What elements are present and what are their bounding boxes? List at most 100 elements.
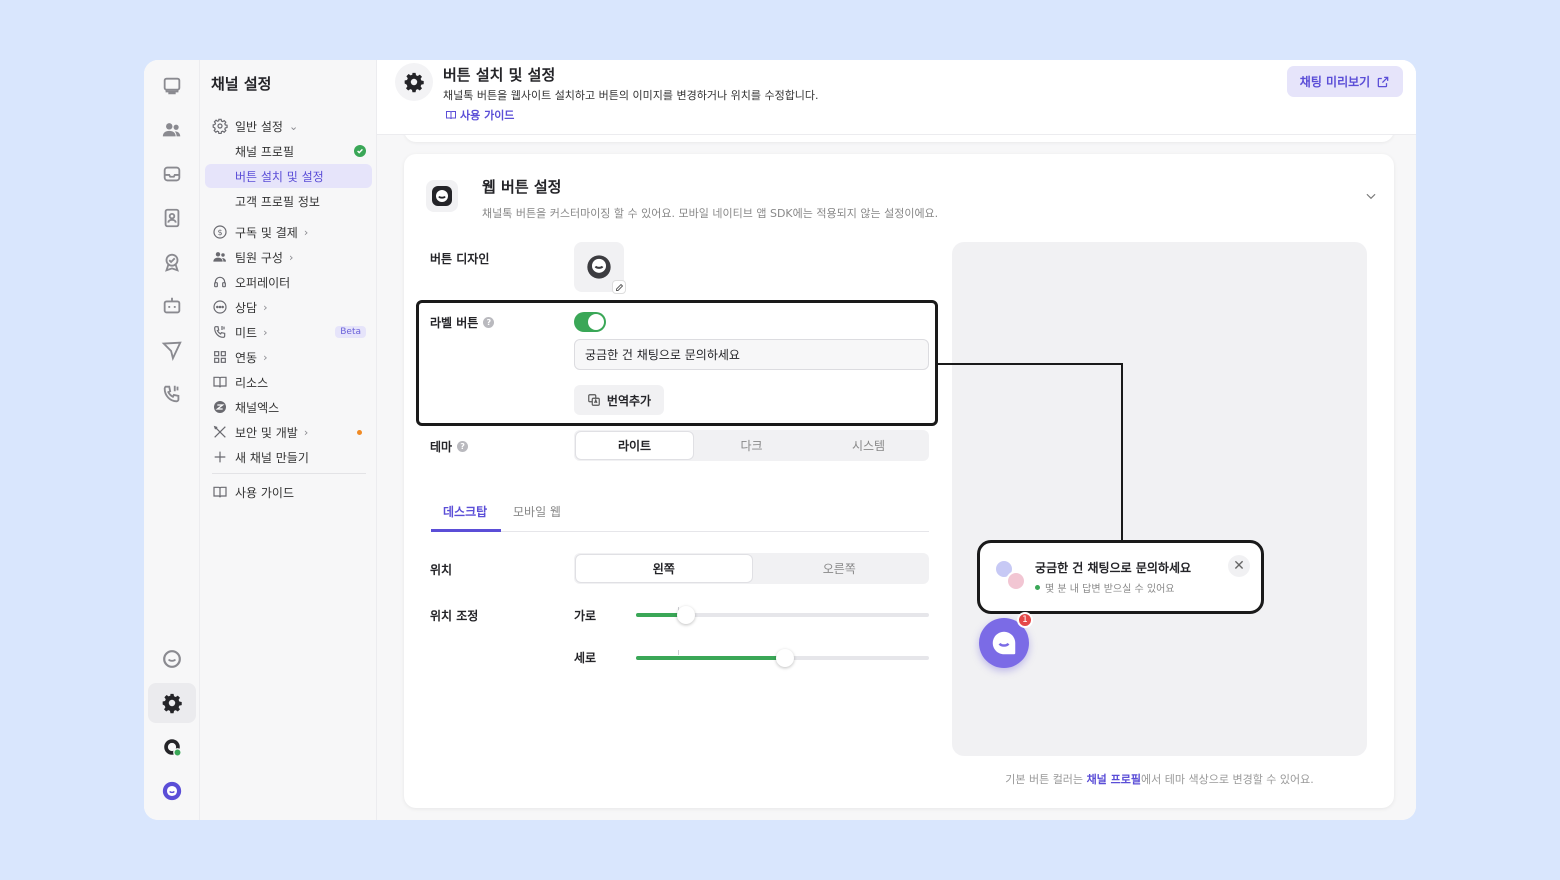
sidebar-item-integration[interactable]: 연동 › [205,345,372,369]
connector-line [1121,363,1123,543]
edit-icon[interactable] [612,280,626,294]
button-design-picker[interactable] [574,242,626,294]
sidebar-item-label: 보안 및 개발 [235,425,298,440]
book-icon [211,483,229,501]
sidebar-item-billing[interactable]: $ 구독 및 결제 › [205,220,372,244]
help-icon[interactable]: ? [457,441,469,452]
chevron-right-icon: › [288,250,294,264]
send-icon[interactable] [148,330,196,370]
horizontal-slider[interactable] [636,606,929,624]
external-link-icon [1377,76,1389,87]
button-preview-area [952,242,1367,756]
sidebar-item-label: 오퍼레이터 [235,275,291,290]
contact-icon[interactable] [148,198,196,238]
channel-talk-icon [992,631,1016,655]
label-bubble-highlight: 궁금한 건 채팅으로 문의하세요 몇 분 내 답변 받으실 수 있어요 ✕ [977,540,1264,614]
sidebar-item-button-settings[interactable]: 버튼 설치 및 설정 [205,164,372,188]
channel-talk-icon[interactable] [148,639,196,679]
chevron-down-icon[interactable] [1364,188,1378,207]
position-adjust-label: 위치 조정 [430,609,479,623]
chevron-right-icon: › [303,425,309,439]
tools-icon [211,423,229,441]
bubble-title: 궁금한 건 채팅으로 문의하세요 [1035,561,1192,575]
position-option-left[interactable]: 왼쪽 [576,555,752,582]
approval-icon[interactable] [148,242,196,282]
inbox-icon[interactable] [148,154,196,194]
status-icon[interactable] [148,727,196,767]
settings-icon[interactable] [148,683,196,723]
tab-desktop[interactable]: 데스크탑 [443,503,487,520]
grid-icon [211,348,229,366]
chat-preview-label: 채팅 미리보기 [1299,75,1371,89]
chevron-down-icon: ⌄ [288,119,299,133]
footnote-after: 에서 테마 색상으로 변경할 수 있어요. [1141,773,1314,786]
add-translation-label: 번역추가 [606,393,652,408]
sidebar-item-team[interactable]: 팀원 구성 › [205,245,372,269]
sidebar-item-operator[interactable]: 오퍼레이터 [205,270,372,294]
svg-text:$: $ [217,228,222,237]
sidebar-item-customer-profile[interactable]: 고객 프로필 정보 [205,189,372,213]
chat-launcher-button[interactable]: 1 [979,612,1033,668]
position-label: 위치 [430,563,453,577]
sidebar-item-channel-profile[interactable]: 채널 프로필 [205,139,372,163]
chat-icon [211,298,229,316]
sidebar-item-channelx[interactable]: 채널엑스 [205,395,372,419]
team-icon[interactable] [148,110,196,150]
channel-profile-link[interactable]: 채널 프로필 [1087,773,1141,786]
tab-mobile-web[interactable]: 모바일 웹 [513,503,561,520]
phone-icon[interactable] [148,374,196,414]
add-translation-button[interactable]: 번역추가 [574,385,664,415]
sidebar-item-label: 리소스 [235,375,269,390]
brand-logo-icon[interactable] [148,771,196,811]
guide-link[interactable]: 사용 가이드 [445,107,514,123]
chat-preview-button[interactable]: 채팅 미리보기 [1287,66,1403,97]
channel-talk-icon [426,180,458,212]
slider-tick [678,650,679,655]
slider-fill [636,656,786,660]
chat-button-icon [587,255,611,279]
theme-option-light[interactable]: 라이트 [576,432,693,459]
guide-link-label: 사용 가이드 [460,109,515,122]
slider-handle[interactable] [676,606,695,624]
slider-handle[interactable] [776,649,795,667]
sidebar-item-consult[interactable]: 상담 › [205,295,372,319]
button-design-label: 버튼 디자인 [430,252,490,266]
position-segmented-control: 왼쪽 오른쪽 [574,553,929,584]
sidebar-item-label: 버튼 설치 및 설정 [235,169,324,184]
vertical-slider[interactable] [636,649,929,667]
help-icon[interactable]: ? [483,317,495,328]
vertical-label: 세로 [574,651,597,665]
monitor-icon[interactable] [148,66,196,106]
sidebar-item-label: 채널 프로필 [235,144,295,159]
sidebar-item-label: 사용 가이드 [235,485,295,500]
chevron-right-icon: › [303,225,309,239]
chevron-right-icon: › [263,325,268,339]
label-button-text: 라벨 버튼 [430,316,479,330]
theme-label-text: 테마 [430,440,453,454]
sidebar-item-resources[interactable]: 리소스 [205,370,372,394]
phone-icon [211,323,229,341]
sidebar-item-label: 고객 프로필 정보 [235,194,320,209]
theme-option-dark[interactable]: 다크 [693,432,810,459]
bot-icon[interactable] [148,286,196,326]
sidebar-item-security[interactable]: 보안 및 개발 › [205,420,372,444]
page-header: 버튼 설치 및 설정 채널톡 버튼을 웹사이트 설치하고 버튼의 이미지를 변경… [377,60,1416,135]
close-icon[interactable]: ✕ [1228,555,1250,577]
manager-avatars [994,559,1030,595]
label-text-input[interactable]: 궁금한 건 채팅으로 문의하세요 [574,339,929,370]
sidebar-item-meet[interactable]: 미트 › Beta [205,320,372,344]
sidebar-item-guide[interactable]: 사용 가이드 [205,480,372,504]
main-content: 버튼 설치 및 설정 채널톡 버튼을 웹사이트 설치하고 버튼의 이미지를 변경… [377,60,1416,820]
unread-badge: 1 [1017,612,1033,628]
channelx-icon [211,398,229,416]
sidebar-item-general[interactable]: 일반 설정 ⌄ [205,114,372,138]
online-dot [1035,585,1040,590]
sidebar-item-new-channel[interactable]: 새 채널 만들기 [205,445,372,469]
position-option-right[interactable]: 오른쪽 [752,555,928,582]
label-button-toggle[interactable] [574,312,606,332]
check-icon [354,145,366,157]
bubble-subtitle-text: 몇 분 내 답변 받으실 수 있어요 [1045,584,1175,595]
theme-option-system[interactable]: 시스템 [810,432,927,459]
label-bubble[interactable]: 궁금한 건 채팅으로 문의하세요 몇 분 내 답변 받으실 수 있어요 ✕ [986,549,1255,605]
device-tabs: 데스크탑 모바일 웹 [431,494,929,532]
